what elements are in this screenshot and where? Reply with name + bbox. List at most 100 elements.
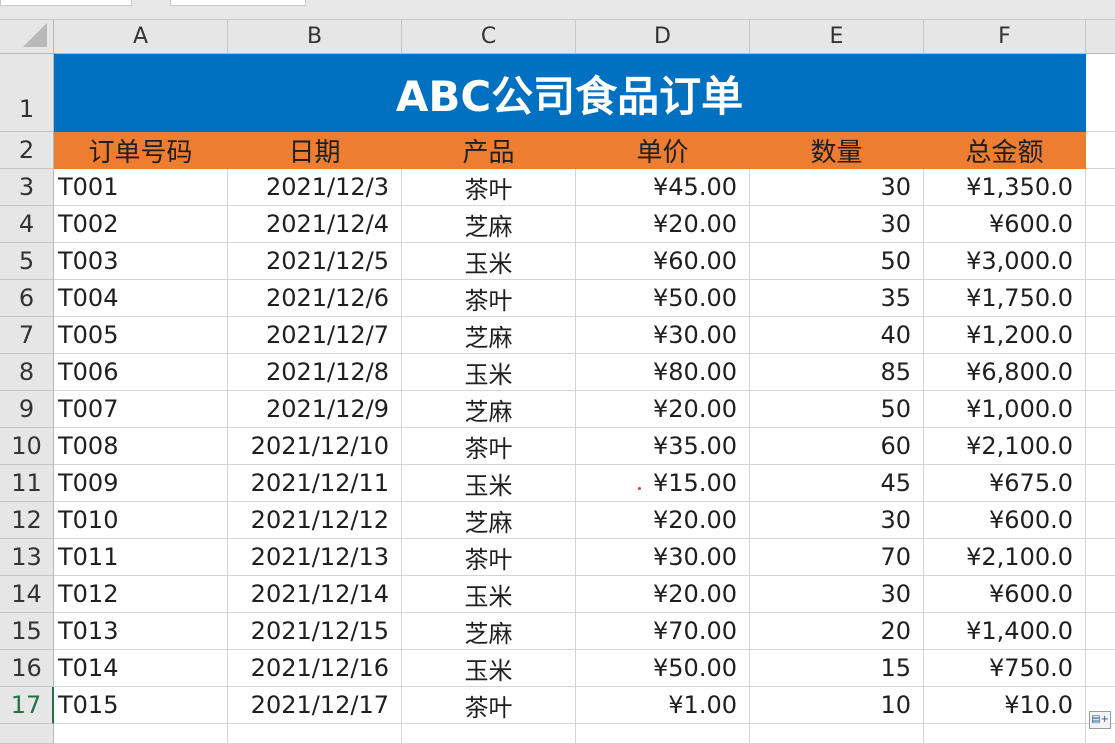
row-header[interactable]: 12: [0, 502, 54, 539]
cell-date[interactable]: 2021/12/10: [228, 428, 402, 465]
row-header[interactable]: 13: [0, 539, 54, 576]
header-unit-price[interactable]: 单价: [576, 132, 750, 169]
cell-quantity[interactable]: 20: [750, 613, 924, 650]
row-header[interactable]: 2: [0, 132, 54, 169]
cell-quantity[interactable]: 30: [750, 576, 924, 613]
cell-unit-price[interactable]: ¥70.00: [576, 613, 750, 650]
cell-product[interactable]: 茶叶: [402, 539, 576, 576]
row-header[interactable]: 10: [0, 428, 54, 465]
cell[interactable]: [402, 724, 576, 744]
cell-order-id[interactable]: T007: [54, 391, 228, 428]
cell[interactable]: [1086, 280, 1115, 317]
cell-quantity[interactable]: 10: [750, 687, 924, 724]
header-total-amount[interactable]: 总金额: [924, 132, 1086, 169]
cell[interactable]: [924, 724, 1086, 744]
cell[interactable]: [1086, 206, 1115, 243]
cell-order-id[interactable]: T015: [54, 687, 228, 724]
cell-product[interactable]: 玉米: [402, 465, 576, 502]
cell-quantity[interactable]: 50: [750, 243, 924, 280]
cell-date[interactable]: 2021/12/11: [228, 465, 402, 502]
cell-product[interactable]: 芝麻: [402, 206, 576, 243]
cell-total-amount[interactable]: ¥600.0: [924, 576, 1086, 613]
header-quantity[interactable]: 数量: [750, 132, 924, 169]
header-order-id[interactable]: 订单号码: [54, 132, 228, 169]
cell-product[interactable]: 芝麻: [402, 502, 576, 539]
cell[interactable]: [1086, 650, 1115, 687]
cell-quantity[interactable]: 30: [750, 206, 924, 243]
cell[interactable]: [1086, 391, 1115, 428]
cell-date[interactable]: 2021/12/12: [228, 502, 402, 539]
cell-date[interactable]: 2021/12/8: [228, 354, 402, 391]
cell[interactable]: [1086, 465, 1115, 502]
cell-date[interactable]: 2021/12/13: [228, 539, 402, 576]
cell-total-amount[interactable]: ¥10.0: [924, 687, 1086, 724]
cell-product[interactable]: 茶叶: [402, 428, 576, 465]
cell-unit-price[interactable]: ¥1.00: [576, 687, 750, 724]
cell[interactable]: [750, 724, 924, 744]
cell-date[interactable]: 2021/12/4: [228, 206, 402, 243]
cell[interactable]: [1086, 613, 1115, 650]
quick-analysis-icon[interactable]: ▤+: [1089, 711, 1111, 729]
cell[interactable]: [1086, 539, 1115, 576]
header-product[interactable]: 产品: [402, 132, 576, 169]
cell-total-amount[interactable]: ¥1,000.0: [924, 391, 1086, 428]
column-header-c[interactable]: C: [402, 20, 576, 54]
cell-unit-price[interactable]: ¥20.00: [576, 206, 750, 243]
cell[interactable]: [228, 724, 402, 744]
column-header-g[interactable]: [1086, 20, 1115, 54]
cell-product[interactable]: 芝麻: [402, 613, 576, 650]
cell-product[interactable]: 茶叶: [402, 687, 576, 724]
cell-total-amount[interactable]: ¥1,400.0: [924, 613, 1086, 650]
cell-unit-price[interactable]: ¥45.00: [576, 169, 750, 206]
cell[interactable]: [1086, 428, 1115, 465]
cell-quantity[interactable]: 40: [750, 317, 924, 354]
cell-quantity[interactable]: 85: [750, 354, 924, 391]
cell-total-amount[interactable]: ¥2,100.0: [924, 539, 1086, 576]
cell-unit-price[interactable]: ¥20.00: [576, 391, 750, 428]
cell-order-id[interactable]: T001: [54, 169, 228, 206]
cell-date[interactable]: 2021/12/5: [228, 243, 402, 280]
cell-order-id[interactable]: T014: [54, 650, 228, 687]
cell-quantity[interactable]: 50: [750, 391, 924, 428]
cell-date[interactable]: 2021/12/3: [228, 169, 402, 206]
row-header[interactable]: 7: [0, 317, 54, 354]
cell-unit-price[interactable]: ¥30.00: [576, 539, 750, 576]
cell-total-amount[interactable]: ¥600.0: [924, 206, 1086, 243]
cell-date[interactable]: 2021/12/14: [228, 576, 402, 613]
cell-unit-price[interactable]: ¥20.00: [576, 502, 750, 539]
cell-product[interactable]: 芝麻: [402, 391, 576, 428]
cell-total-amount[interactable]: ¥3,000.0: [924, 243, 1086, 280]
cell-order-id[interactable]: T013: [54, 613, 228, 650]
cell-quantity[interactable]: 60: [750, 428, 924, 465]
cell-quantity[interactable]: 70: [750, 539, 924, 576]
cell-order-id[interactable]: T005: [54, 317, 228, 354]
cell-date[interactable]: 2021/12/15: [228, 613, 402, 650]
cell-order-id[interactable]: T012: [54, 576, 228, 613]
cell[interactable]: [1086, 54, 1115, 132]
cell-total-amount[interactable]: ¥600.0: [924, 502, 1086, 539]
cell-total-amount[interactable]: ¥1,350.0: [924, 169, 1086, 206]
column-header-a[interactable]: A: [54, 20, 228, 54]
cell-unit-price[interactable]: ¥60.00: [576, 243, 750, 280]
cell-product[interactable]: 玉米: [402, 354, 576, 391]
cell-total-amount[interactable]: ¥2,100.0: [924, 428, 1086, 465]
cell-quantity[interactable]: 30: [750, 169, 924, 206]
cell-total-amount[interactable]: ¥6,800.0: [924, 354, 1086, 391]
column-header-d[interactable]: D: [576, 20, 750, 54]
cell-total-amount[interactable]: ¥675.0: [924, 465, 1086, 502]
column-header-b[interactable]: B: [228, 20, 402, 54]
sheet-title[interactable]: ABC公司食品订单: [54, 54, 1086, 132]
cell-product[interactable]: 玉米: [402, 243, 576, 280]
cell-total-amount[interactable]: ¥1,750.0: [924, 280, 1086, 317]
cell[interactable]: [576, 724, 750, 744]
row-header[interactable]: [0, 724, 54, 744]
cell[interactable]: [1086, 502, 1115, 539]
row-header[interactable]: 9: [0, 391, 54, 428]
cell-unit-price[interactable]: ¥50.00: [576, 650, 750, 687]
column-header-e[interactable]: E: [750, 20, 924, 54]
cell-product[interactable]: 玉米: [402, 650, 576, 687]
cell-product[interactable]: 茶叶: [402, 169, 576, 206]
cell-order-id[interactable]: T004: [54, 280, 228, 317]
cell-quantity[interactable]: 30: [750, 502, 924, 539]
cell-unit-price[interactable]: ¥30.00: [576, 317, 750, 354]
